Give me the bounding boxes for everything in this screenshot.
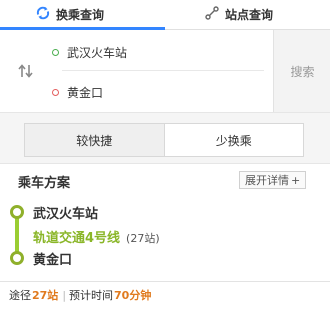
via-label: 途径 xyxy=(9,289,31,302)
end-dot-icon xyxy=(52,89,59,96)
tab-station-query[interactable]: 站点查询 xyxy=(205,0,273,29)
station-count: 27站 xyxy=(32,289,59,302)
route-preference-toggle: 较快捷 少换乘 xyxy=(24,123,304,157)
end-point-field[interactable]: 黄金口 xyxy=(52,84,103,101)
time-label: 预计时间 xyxy=(69,289,114,302)
route-plan: 武汉火车站 轨道交通4号线 (27站) 黄金口 xyxy=(0,198,330,278)
route-preference-bar: 较快捷 少换乘 xyxy=(0,113,330,164)
option-fewer-transfers[interactable]: 少换乘 xyxy=(165,124,304,156)
tab-station-label: 站点查询 xyxy=(225,8,274,22)
option-faster[interactable]: 较快捷 xyxy=(25,124,165,156)
route-line-info: 轨道交通4号线 (27站) xyxy=(33,227,160,246)
search-button[interactable]: 搜索 xyxy=(273,30,330,112)
transfer-icon xyxy=(36,6,56,23)
metro-line-stops: (27站) xyxy=(126,232,160,245)
duration-value: 70分钟 xyxy=(114,289,152,302)
route-start-station: 武汉火车站 xyxy=(33,207,99,222)
metro-line-name[interactable]: 轨道交通4号线 xyxy=(33,227,120,246)
query-tabs: 换乘查询 站点查询 xyxy=(0,0,330,30)
swap-button[interactable] xyxy=(16,62,36,82)
start-point-field[interactable]: 武汉火车站 xyxy=(52,44,127,61)
end-point-value: 黄金口 xyxy=(67,86,104,100)
start-station-marker-icon xyxy=(10,205,24,219)
plus-icon: + xyxy=(291,173,301,187)
station-route-icon xyxy=(205,6,225,23)
route-summary: 途径 27站 | 预计时间 70分钟 xyxy=(9,287,152,303)
expand-details-label: 展开详情 xyxy=(245,174,289,187)
summary-divider xyxy=(0,281,330,282)
swap-vertical-icon xyxy=(18,63,34,82)
route-end-station: 黄金口 xyxy=(33,253,73,268)
tab-transit-query[interactable]: 换乘查询 xyxy=(36,0,104,29)
end-station-marker-icon xyxy=(10,251,24,265)
tab-transit-label: 换乘查询 xyxy=(56,8,105,22)
start-dot-icon xyxy=(52,49,59,56)
route-search-panel: 武汉火车站 黄金口 搜索 xyxy=(0,30,330,113)
field-divider xyxy=(62,70,264,71)
summary-separator: | xyxy=(62,288,67,302)
expand-details-button[interactable]: 展开详情 + xyxy=(239,171,307,189)
plan-title: 乘车方案 xyxy=(18,176,71,191)
start-point-value: 武汉火车站 xyxy=(67,46,128,60)
